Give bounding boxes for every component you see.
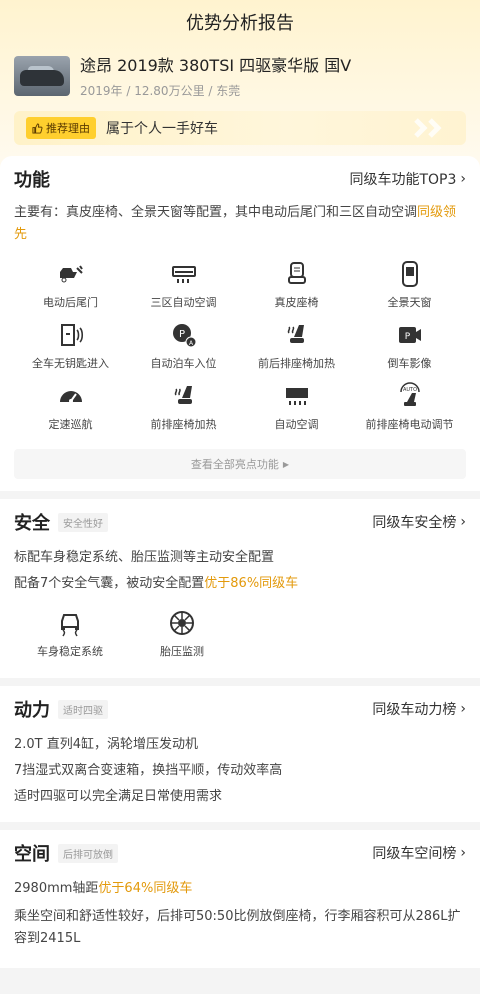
function-top3-link[interactable]: 同级车功能TOP3 › (349, 169, 466, 189)
car-meta: 2019年 / 12.80万公里 / 东莞 (80, 84, 241, 98)
sunroof-icon (401, 261, 418, 287)
svg-text:P: P (404, 332, 410, 342)
chevron-right-icon: › (460, 845, 466, 861)
tailgate-icon (59, 265, 83, 283)
car-summary[interactable]: 途昂 2019款 380TSI 四驱豪华版 国V 2019年 / 12.80万公… (0, 44, 480, 99)
chevron-right-icon: › (460, 514, 466, 530)
feature-item[interactable]: 自动空调 (240, 382, 353, 443)
keyless-icon (60, 324, 83, 346)
recommend-tag: 推荐理由 (26, 117, 96, 139)
power-line: 2.0T 直列4缸，涡轮增压发动机 (14, 737, 199, 752)
chevron-right-icon: › (460, 701, 466, 717)
caret-right-icon: ▶ (282, 459, 290, 469)
power-rank-link[interactable]: 同级车动力榜 › (372, 699, 466, 719)
feature-item[interactable]: PA 自动泊车入位 (127, 321, 240, 382)
safety-line-1: 标配车身稳定系统、胎压监测等主动安全配置 (14, 550, 275, 565)
car-thumbnail (14, 55, 70, 96)
function-grid: 电动后尾门 三区自动空调 真皮座椅 全景天窗 全车无钥匙进入 PA 自动泊车入位… (14, 260, 466, 443)
feature-item[interactable]: 电动后尾门 (14, 260, 127, 321)
page-title: 优势分析报告 (186, 13, 294, 34)
function-desc: 主要有：真皮座椅、全景天窗等配置，其中电动后尾门和三区自动空调同级领先 (14, 205, 457, 242)
feature-item[interactable]: 定速巡航 (14, 382, 127, 443)
power-line: 适时四驱可以完全满足日常使用需求 (14, 789, 223, 804)
thumbs-up-icon (32, 122, 43, 134)
view-all-features-button[interactable]: 查看全部亮点功能 ▶ (14, 449, 466, 479)
ac-icon (171, 266, 196, 283)
decor-chevrons-icon (414, 118, 442, 138)
hero-header: 优势分析报告 途昂 2019款 380TSI 四驱豪华版 国V 2019年 / … (0, 0, 480, 170)
recommend-reason: 推荐理由 属于个人一手好车 (14, 111, 466, 145)
power-seat-icon: AUTO (399, 382, 420, 406)
feature-item[interactable]: 全车无钥匙进入 (14, 321, 127, 382)
space-rank-link[interactable]: 同级车空间榜 › (372, 843, 466, 863)
feature-item[interactable]: 三区自动空调 (127, 260, 240, 321)
feature-item[interactable]: P 倒车影像 (353, 321, 466, 382)
feature-item[interactable]: 前后排座椅加热 (240, 321, 353, 382)
car-name: 途昂 2019款 380TSI 四驱豪华版 国V (80, 56, 352, 75)
recommend-text: 属于个人一手好车 (106, 121, 218, 137)
space-title: 空间 (14, 844, 50, 865)
auto-ac-icon (285, 388, 308, 405)
space-line-1: 2980mm轴距优于64%同级车 (14, 881, 193, 896)
space-badge: 后排可放倒 (58, 843, 118, 863)
power-card: 动力 适时四驱 同级车动力榜 › 2.0T 直列4缸，涡轮增压发动机 7挡湿式双离… (0, 686, 480, 822)
space-card: 空间 后排可放倒 同级车空间榜 › 2980mm轴距优于64%同级车 乘坐空间和舒… (0, 830, 480, 968)
seat-heat-icon (287, 325, 304, 343)
cruise-icon (59, 391, 82, 403)
function-title: 功能 (14, 170, 50, 191)
chevron-right-icon: › (460, 171, 466, 187)
reverse-camera-icon: P (398, 327, 421, 343)
feature-item[interactable]: 全景天窗 (353, 260, 466, 321)
space-line-2: 乘坐空间和舒适性较好，后排可50:50比例放倒座椅，行李厢容积可从286L扩容到… (14, 909, 461, 946)
power-badge: 适时四驱 (58, 699, 108, 719)
feature-item[interactable]: 真皮座椅 (240, 260, 353, 321)
function-card: 功能 同级车功能TOP3 › 主要有：真皮座椅、全景天窗等配置，其中电动后尾门和三… (0, 156, 480, 491)
safety-rank-link[interactable]: 同级车安全榜 › (372, 512, 466, 532)
safety-line-2: 配备7个安全气囊，被动安全配置优于86%同级车 (14, 576, 299, 591)
stability-icon (61, 614, 79, 637)
safety-card: 安全 安全性好 同级车安全榜 › 标配车身稳定系统、胎压监测等主动安全配置 配备7… (0, 499, 480, 678)
tire-pressure-icon (170, 611, 194, 635)
svg-text:AUTO: AUTO (402, 387, 416, 393)
safety-title: 安全 (14, 513, 50, 534)
safety-grid: 车身稳定系统 胎压监测 (14, 609, 466, 670)
power-line: 7挡湿式双离合变速箱，换挡平顺，传动效率高 (14, 763, 283, 778)
feature-item[interactable]: 车身稳定系统 (14, 609, 126, 670)
leather-seat-icon (287, 262, 306, 284)
safety-badge: 安全性好 (58, 512, 108, 532)
svg-text:P: P (178, 329, 184, 340)
auto-park-icon: PA (172, 324, 196, 348)
feature-item[interactable]: 胎压监测 (126, 609, 238, 670)
feature-item[interactable]: 前排座椅加热 (127, 382, 240, 443)
front-seat-heat-icon (174, 386, 192, 404)
power-title: 动力 (14, 700, 50, 721)
top-bar: 优势分析报告 (0, 0, 480, 44)
feature-item[interactable]: AUTO 前排座椅电动调节 (353, 382, 466, 443)
